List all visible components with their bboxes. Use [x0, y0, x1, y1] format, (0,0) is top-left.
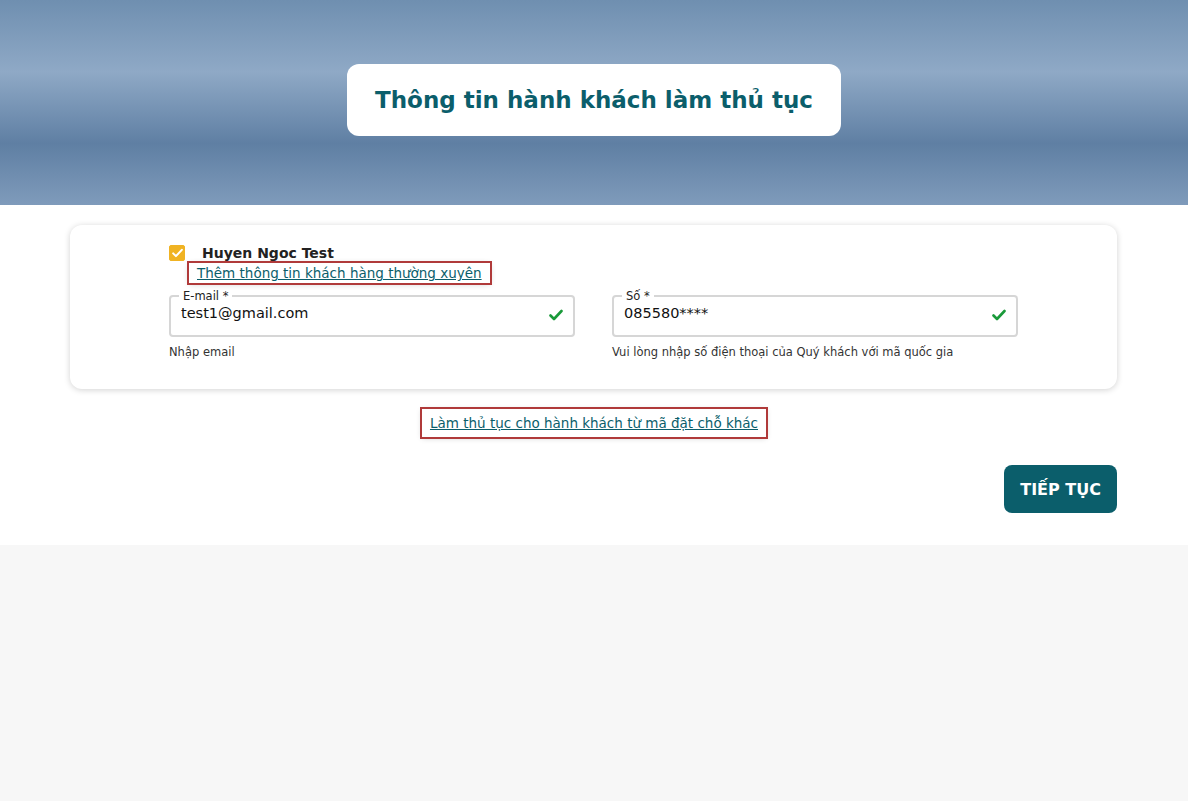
checkmark-icon	[172, 248, 183, 258]
continue-button[interactable]: TIẾP TỤC	[1004, 465, 1117, 513]
frequent-flyer-link[interactable]: Thêm thông tin khách hàng thường xuyên	[189, 263, 490, 283]
passenger-name: Huyen Ngoc Test	[202, 245, 334, 261]
field-helper: Nhập email	[169, 345, 575, 359]
page-title: Thông tin hành khách làm thủ tục	[375, 87, 813, 113]
passenger-card: Huyen Ngoc Test Thêm thông tin khách hàn…	[70, 225, 1117, 389]
field-label: Số *	[622, 289, 654, 303]
field-label: E-mail *	[179, 289, 232, 303]
valid-check-icon	[549, 309, 563, 321]
email-input[interactable]	[181, 303, 549, 321]
hero-banner: Thông tin hành khách làm thủ tục	[0, 0, 1188, 205]
field-box: Số *	[612, 289, 1018, 337]
other-booking-link[interactable]: Làm thủ tục cho hành khách từ mã đặt chỗ…	[422, 409, 766, 437]
form-field: Số * Vui lòng nhập số điện thoại của Quý …	[612, 289, 1018, 359]
phone-input[interactable]	[624, 303, 992, 321]
passenger-checkbox[interactable]	[169, 245, 185, 261]
valid-check-icon	[992, 309, 1006, 321]
form-field: E-mail * Nhập email	[169, 289, 575, 359]
field-box: E-mail *	[169, 289, 575, 337]
title-card: Thông tin hành khách làm thủ tục	[347, 64, 841, 136]
field-helper: Vui lòng nhập số điện thoại của Quý khác…	[612, 345, 1018, 359]
